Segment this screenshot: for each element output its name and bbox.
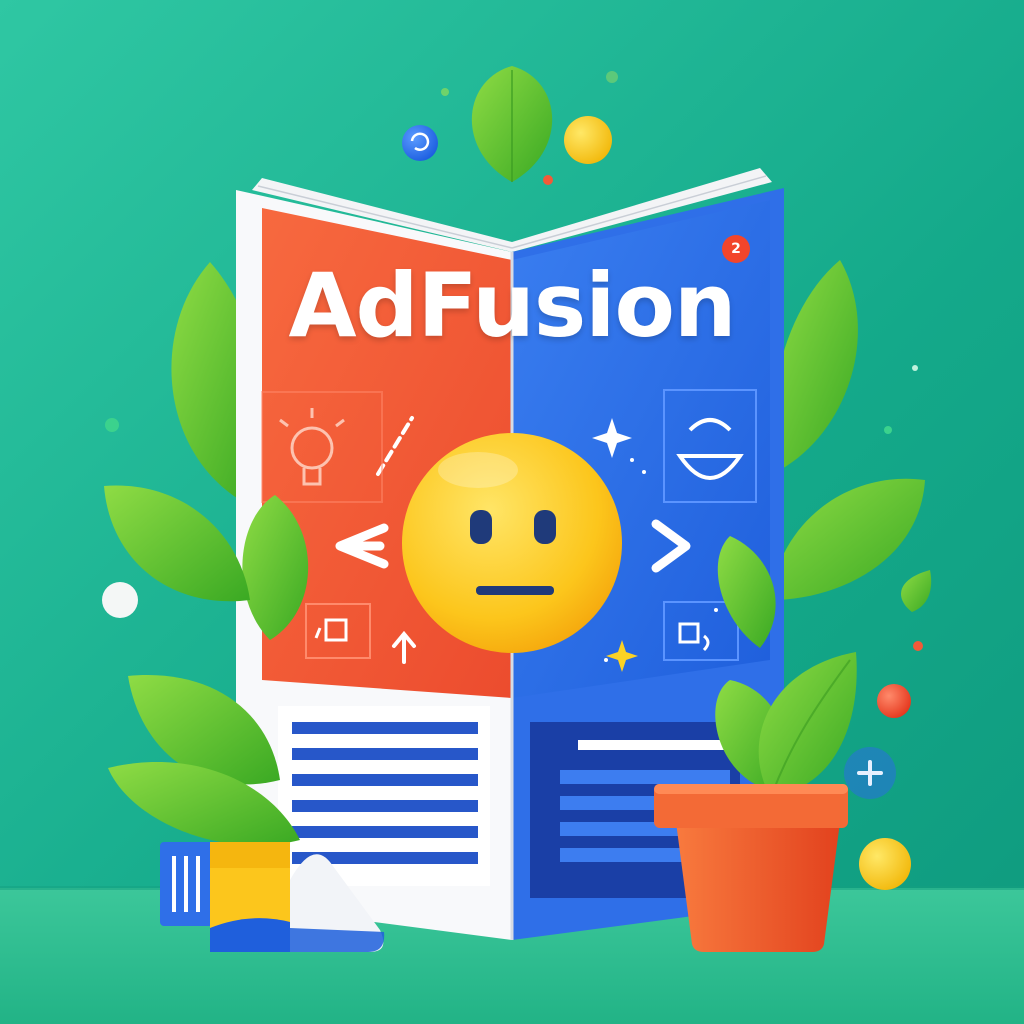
brand-title: AdFusion xyxy=(288,254,736,357)
decor-ball-yellow-2 xyxy=(859,838,911,890)
decor-ball-yellow xyxy=(564,116,612,164)
ad-poster: AdFusion 2 xyxy=(0,0,1024,1024)
emoji-eye-left xyxy=(470,510,492,544)
decor-ball-blue xyxy=(402,125,438,161)
decor-ball-red xyxy=(877,684,911,718)
poster-illustration xyxy=(0,0,1024,1024)
decor-ball-white xyxy=(102,582,138,618)
notification-count: 2 xyxy=(731,241,741,257)
emoji-mouth xyxy=(476,586,554,595)
emoji-eye-right xyxy=(534,510,556,544)
plant-pot xyxy=(676,822,840,952)
